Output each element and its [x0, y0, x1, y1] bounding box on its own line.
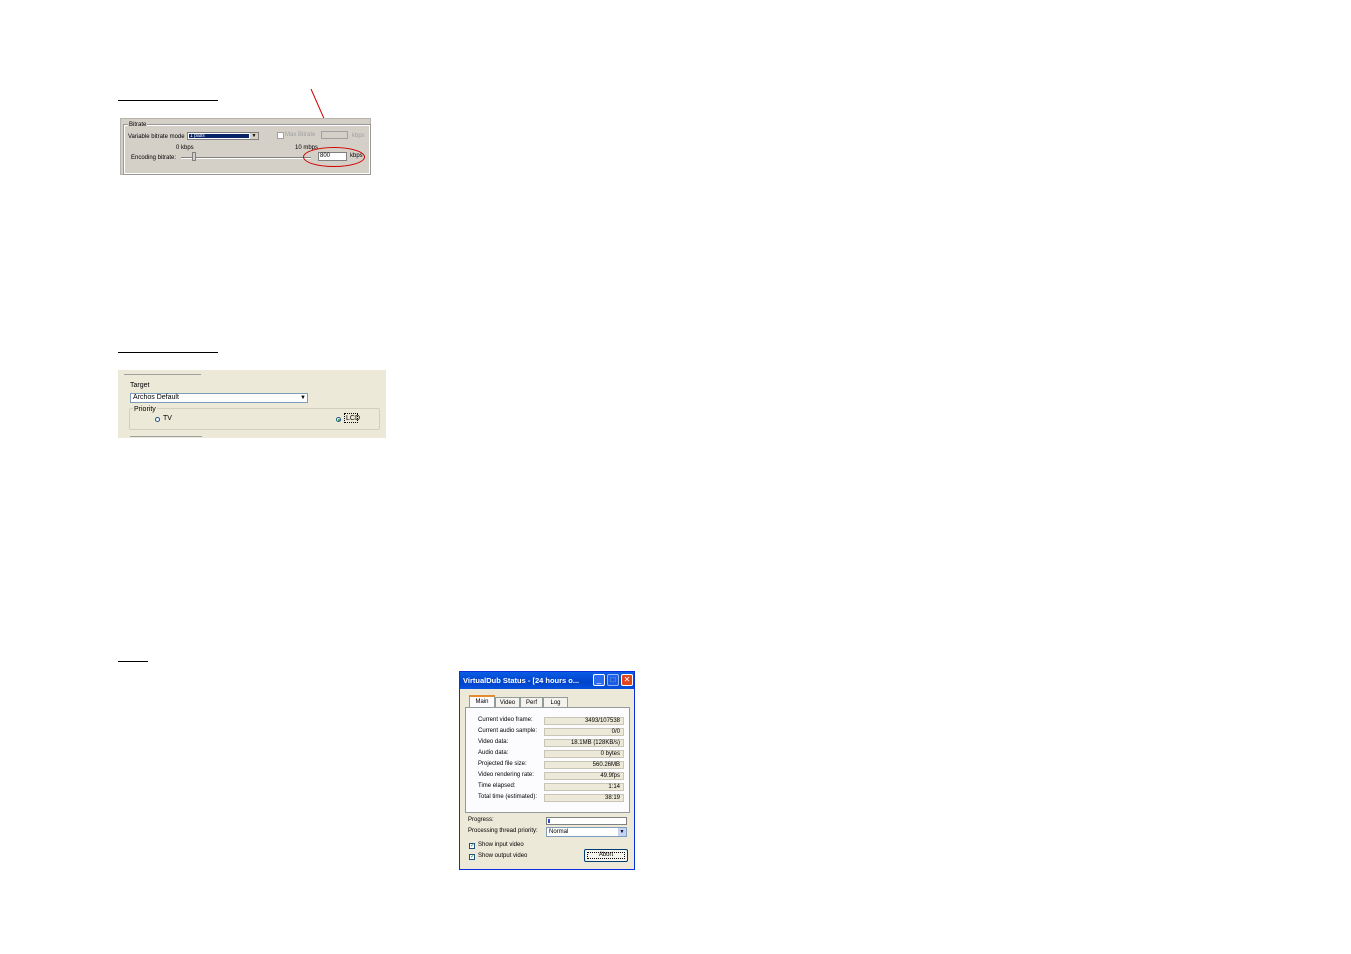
radio-tv-label[interactable]: TV	[163, 415, 172, 422]
progress-fill	[548, 819, 550, 823]
stat-label: Video rendering rate:	[478, 772, 534, 778]
show-input-checkbox[interactable]: ✓	[469, 843, 475, 849]
divider	[130, 436, 202, 437]
stat-value: 3493/107538	[544, 717, 624, 725]
max-bitrate-input[interactable]	[321, 131, 348, 139]
stat-label: Audio data:	[478, 750, 509, 756]
stat-value: 560.26MB	[544, 761, 624, 769]
max-bitrate-checkbox[interactable]	[277, 132, 284, 139]
priority-label: Priority	[133, 406, 157, 413]
section-rule-1	[118, 100, 218, 101]
chevron-down-icon[interactable]: ▼	[618, 828, 626, 836]
annotation-ellipse	[303, 147, 365, 167]
focus-rect	[587, 852, 625, 859]
maximize-icon[interactable]: □	[607, 674, 619, 686]
bitrate-slider-thumb[interactable]	[192, 152, 196, 161]
stat-label: Current video frame:	[478, 717, 533, 723]
title-bar[interactable]: VirtualDub Status - [24 hours o... _ □ ✕	[460, 672, 634, 689]
section-rule-2	[118, 352, 218, 353]
thread-priority-value: Normal	[549, 829, 569, 835]
target-label: Target	[130, 382, 150, 389]
section-rule-3	[118, 661, 148, 662]
stat-value: 1:14	[544, 783, 624, 791]
stat-label: Projected file size:	[478, 761, 527, 767]
radio-tv[interactable]	[155, 417, 160, 422]
stat-label: Time elapsed:	[478, 783, 516, 789]
bitrate-panel: Bitrate Variable bitrate mode 1 pass ▼ M…	[120, 118, 371, 175]
stat-value: 18.1MB (128KB/s)	[544, 739, 624, 747]
stat-label: Total time (estimated):	[478, 794, 538, 800]
vbr-mode-value: 1 pass	[189, 134, 249, 139]
stat-value: 0 bytes	[544, 750, 624, 758]
stat-value: 0/0	[544, 728, 624, 736]
main-tab-panel: Current video frame: 3493/107538 Current…	[465, 707, 630, 813]
stat-value: 49.9fps	[544, 772, 624, 780]
progress-bar	[546, 817, 627, 825]
slider-min-label: 0 kbps	[176, 145, 194, 151]
minimize-icon[interactable]: _	[593, 674, 605, 686]
chevron-down-icon[interactable]: ▼	[299, 394, 307, 402]
show-output-label[interactable]: Show output video	[478, 853, 527, 859]
progress-label: Progress:	[468, 817, 494, 823]
stat-label: Video data:	[478, 739, 509, 745]
max-bitrate-unit: kbps	[352, 133, 365, 139]
close-icon[interactable]: ✕	[621, 674, 633, 686]
encoding-bitrate-label: Encoding bitrate:	[131, 155, 177, 161]
thread-priority-select[interactable]: Normal ▼	[546, 827, 627, 837]
radio-lcd[interactable]	[336, 417, 341, 422]
bitrate-slider-track[interactable]	[181, 157, 311, 159]
divider	[124, 374, 201, 375]
virtualdub-status-window: VirtualDub Status - [24 hours o... _ □ ✕…	[459, 671, 635, 870]
vbr-mode-select[interactable]: 1 pass ▼	[187, 132, 259, 140]
target-value: Archos Default	[133, 394, 179, 401]
vbr-mode-label: Variable bitrate mode	[128, 134, 185, 140]
show-output-checkbox[interactable]: ✓	[469, 854, 475, 860]
target-panel: Target Archos Default ▼ Priority TV LCD	[118, 370, 386, 438]
thread-priority-label: Processing thread priority:	[468, 828, 538, 834]
window-title: VirtualDub Status - [24 hours o...	[463, 676, 580, 685]
max-bitrate-label: Max Bitrate	[285, 132, 316, 138]
abort-button[interactable]: Abort	[584, 849, 628, 862]
stat-value: 38:19	[544, 794, 624, 802]
stat-label: Current audio sample:	[478, 728, 538, 734]
show-input-label[interactable]: Show input video	[478, 842, 524, 848]
chevron-down-icon[interactable]: ▼	[250, 133, 258, 139]
radio-lcd-label[interactable]: LCD	[346, 415, 360, 422]
target-select[interactable]: Archos Default ▼	[130, 393, 308, 403]
bitrate-group-label: Bitrate	[128, 122, 148, 128]
